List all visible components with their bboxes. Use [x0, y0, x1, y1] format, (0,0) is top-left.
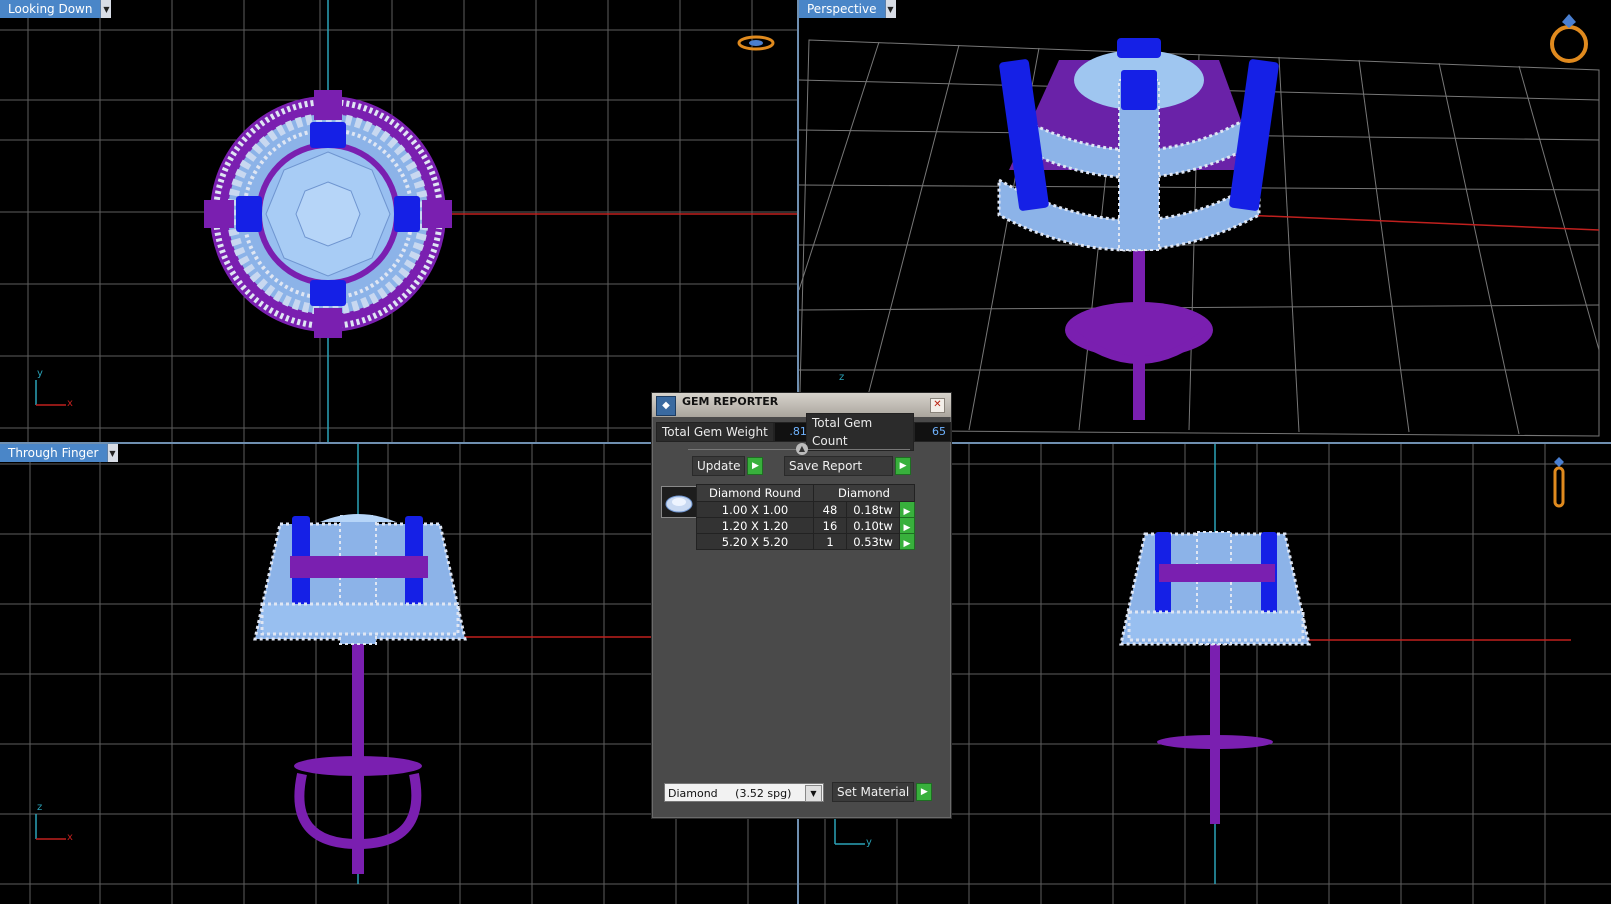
save-report-button[interactable]: Save Report ▶: [784, 456, 912, 476]
table-row[interactable]: 1.00 X 1.00 48 0.18tw ▶: [696, 501, 915, 518]
total-gem-weight: Total Gem Weight .81: [656, 422, 812, 442]
chevron-down-icon[interactable]: ▼: [884, 0, 896, 18]
gem-weight: 0.10tw: [846, 517, 900, 534]
ring-perspective-icon[interactable]: [1544, 10, 1594, 64]
play-icon[interactable]: ▶: [916, 783, 933, 801]
viewport-tab-looking-down[interactable]: Looking Down ▼: [0, 0, 112, 18]
viewport-tab-perspective[interactable]: Perspective ▼: [799, 0, 896, 18]
viewport-looking-down[interactable]: Looking Down ▼ y x: [0, 0, 797, 442]
select-row-icon[interactable]: ▶: [899, 501, 915, 518]
column-header-shape: Diamond Round: [696, 484, 814, 502]
set-material-button[interactable]: Set Material ▶: [832, 782, 933, 802]
gem-count: 1: [813, 533, 847, 550]
gem-reporter-dialog: ◆ GEM REPORTER ✕ Total Gem Weight .81 To…: [651, 392, 952, 819]
play-icon[interactable]: ▶: [895, 457, 912, 475]
axis-x-label: x: [67, 832, 73, 843]
gem-count: 48: [813, 501, 847, 518]
gem-reporter-icon: ◆: [656, 396, 676, 416]
select-row-icon[interactable]: ▶: [899, 517, 915, 534]
ring-top-view-icon[interactable]: [736, 32, 776, 54]
axis-z-label: z: [839, 372, 845, 383]
dialog-title: GEM REPORTER: [682, 395, 779, 408]
gem-weight: 0.18tw: [846, 501, 900, 518]
total-gem-count-label: Total Gem Count: [806, 413, 915, 451]
close-icon[interactable]: ✕: [930, 398, 945, 413]
diamond-icon: [665, 495, 693, 513]
gem-table: Diamond Round Diamond 1.00 X 1.00 48 0.1…: [696, 484, 915, 550]
gem-size: 1.00 X 1.00: [696, 501, 814, 518]
ring-side-view-icon[interactable]: [1551, 456, 1567, 508]
viewport-label: Looking Down: [0, 0, 101, 18]
total-gem-weight-label: Total Gem Weight: [656, 422, 774, 442]
gem-thumbnail[interactable]: [661, 486, 697, 518]
grid: [0, 0, 797, 442]
axis-x-label: x: [67, 398, 73, 409]
material-select-value: Diamond (3.52 spg): [668, 787, 792, 800]
chevron-down-icon[interactable]: ▼: [805, 785, 822, 802]
set-material-label: Set Material: [832, 782, 915, 802]
viewport-tab-through-finger[interactable]: Through Finger ▼: [0, 444, 118, 462]
table-row[interactable]: 5.20 X 5.20 1 0.53tw ▶: [696, 533, 915, 550]
play-icon[interactable]: ▶: [747, 457, 764, 475]
viewport-perspective[interactable]: Perspective ▼ z: [799, 0, 1611, 442]
axis-z-label: z: [37, 802, 43, 813]
ring-side-view-finger: [253, 514, 467, 874]
viewport-label: Perspective: [799, 0, 885, 18]
ring-side-view: [1119, 531, 1311, 824]
chevron-down-icon[interactable]: ▼: [106, 444, 118, 462]
table-header-row: Diamond Round Diamond: [696, 484, 915, 502]
axis-y-label: y: [866, 837, 872, 848]
ring-perspective: [997, 38, 1279, 420]
ring-top-view: [204, 90, 452, 338]
gem-size: 5.20 X 5.20: [696, 533, 814, 550]
save-report-label: Save Report: [784, 456, 894, 476]
column-header-material: Diamond: [813, 484, 915, 502]
gem-count: 16: [813, 517, 847, 534]
update-button[interactable]: Update ▶: [692, 456, 764, 476]
total-gem-count-value: 65: [914, 422, 951, 442]
table-row[interactable]: 1.20 X 1.20 16 0.10tw ▶: [696, 517, 915, 534]
gem-weight: 0.53tw: [846, 533, 900, 550]
collapse-icon[interactable]: ▲: [796, 443, 808, 455]
total-gem-count: Total Gem Count 65: [806, 413, 951, 451]
perspective-grid: [799, 38, 1600, 437]
select-row-icon[interactable]: ▶: [899, 533, 915, 550]
axis-y-label: y: [37, 368, 43, 379]
chevron-down-icon[interactable]: ▼: [100, 0, 112, 18]
viewport-label: Through Finger: [0, 444, 107, 462]
gem-size: 1.20 X 1.20: [696, 517, 814, 534]
update-label: Update: [692, 456, 746, 476]
material-select[interactable]: Diamond (3.52 spg) ▼: [664, 783, 824, 802]
